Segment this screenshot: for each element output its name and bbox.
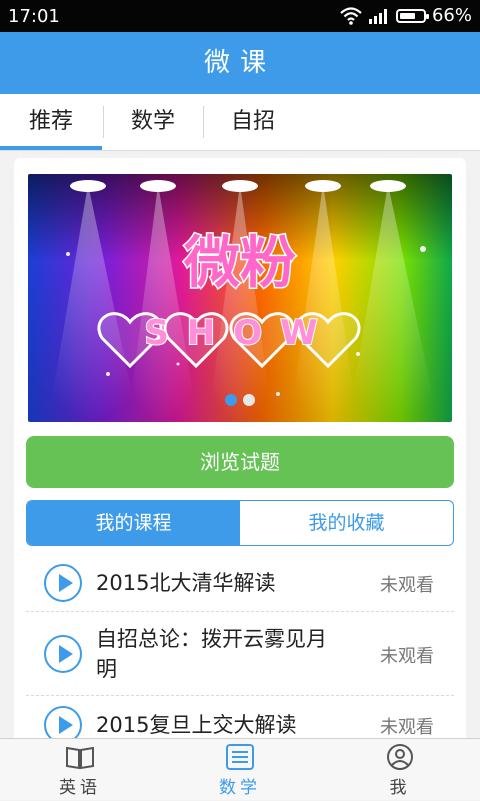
play-icon[interactable] <box>44 635 82 673</box>
nav-math[interactable]: 数学 <box>180 739 300 801</box>
nav-me[interactable]: 我 <box>340 739 460 801</box>
tab-recommend[interactable]: 推荐 <box>0 94 102 150</box>
battery-percent: 66% <box>431 5 472 26</box>
course-segment-control: 我的课程 我的收藏 <box>26 500 454 546</box>
carousel-dot[interactable] <box>243 394 255 406</box>
list-item[interactable]: 2015北大清华解读 未观看 <box>26 554 454 612</box>
book-icon <box>66 746 94 770</box>
nav-english[interactable]: 英语 <box>20 739 140 801</box>
battery-icon <box>395 8 429 23</box>
status-bar: 17:01 66% <box>0 0 480 32</box>
person-icon <box>387 744 413 770</box>
course-list: 2015北大清华解读 未观看 自招总论：拨开云雾见月明 未观看 2015复旦上交… <box>26 554 454 754</box>
list-item[interactable]: 自招总论：拨开云雾见月明 未观看 <box>26 612 454 696</box>
course-status: 未观看 <box>380 575 434 596</box>
course-title: 2015复旦上交大解读 <box>96 713 297 737</box>
banner-title-en: SHOW <box>144 313 335 353</box>
tab-self-recruit[interactable]: 自招 <box>204 94 302 150</box>
list-icon <box>226 744 254 770</box>
tab-math[interactable]: 数学 <box>104 94 202 150</box>
nav-label: 数学 <box>219 778 261 798</box>
banner-carousel[interactable]: 微粉 SHOW <box>28 174 452 422</box>
segment-my-courses[interactable]: 我的课程 <box>27 501 240 545</box>
segment-my-favorites[interactable]: 我的收藏 <box>240 501 453 545</box>
carousel-dot[interactable] <box>225 394 237 406</box>
signal-icon <box>368 8 387 24</box>
course-title: 自招总论：拨开云雾见月明 <box>96 627 327 681</box>
category-tabs: 推荐 数学 自招 <box>0 94 480 151</box>
browse-questions-button[interactable]: 浏览试题 <box>26 436 454 488</box>
course-status: 未观看 <box>380 646 434 667</box>
banner-title-cn: 微粉 <box>183 231 296 296</box>
play-icon[interactable] <box>44 564 82 602</box>
nav-label: 英语 <box>59 778 101 798</box>
clock: 17:01 <box>8 6 60 27</box>
course-title: 2015北大清华解读 <box>96 571 276 595</box>
content-card: 微粉 SHOW 浏览试题 我的课程 我的收藏 2015北大清华解读 未观看 自招… <box>14 158 466 758</box>
page-title: 微课 <box>0 32 480 94</box>
bottom-navigation: 英语 数学 我 <box>0 738 480 800</box>
course-status: 未观看 <box>380 717 434 738</box>
nav-label: 我 <box>389 778 411 798</box>
banner-image: 微粉 SHOW <box>28 174 452 422</box>
carousel-indicator <box>28 394 452 406</box>
wifi-icon <box>340 6 362 25</box>
